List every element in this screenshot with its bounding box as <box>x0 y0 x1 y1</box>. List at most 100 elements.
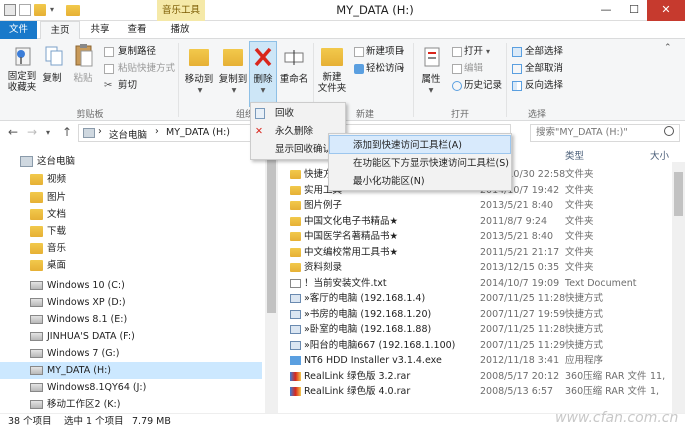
rename-icon <box>284 48 304 66</box>
drive-icon <box>30 332 43 341</box>
file-row[interactable]: 图片例子 2013/5/21 8:40 文件夹 <box>280 198 675 214</box>
properties-icon <box>423 46 441 68</box>
properties-qat-icon[interactable] <box>19 4 31 16</box>
file-date: 2007/11/25 11:29 <box>480 339 566 351</box>
tab-share[interactable]: 共享 <box>85 21 115 39</box>
tab-view[interactable]: 查看 <box>122 21 152 39</box>
minimize-button[interactable]: — <box>592 0 620 21</box>
folder-icon <box>66 3 80 17</box>
rename-button[interactable]: 重命名 <box>279 74 309 85</box>
file-name: 中国文化电子书精品★ <box>304 215 399 227</box>
breadcrumb-my-data[interactable]: MY_DATA (H:) <box>166 127 230 138</box>
cut-button[interactable]: 剪切 <box>118 80 137 92</box>
file-list-scrollbar[interactable] <box>672 162 685 413</box>
file-row[interactable]: NT6 HDD Installer v3.1.4.exe 2012/11/18 3… <box>280 353 675 369</box>
file-row[interactable]: »书房的电脑 (192.168.1.20) 2007/11/27 19:59 快捷方… <box>280 307 675 323</box>
new-item-dropdown-icon[interactable]: ▾ <box>400 46 404 58</box>
copy-path-button[interactable]: 复制路径 <box>118 46 156 58</box>
paste-button[interactable]: 粘贴 <box>68 73 98 84</box>
menu-item-add-to-qat[interactable]: 添加到快速访问工具栏(A) <box>329 135 511 154</box>
copy-to-button[interactable]: 复制到 <box>215 74 251 85</box>
file-row[interactable]: RealLink 绿色版 4.0.rar 2008/5/13 6:57 360压缩 … <box>280 384 675 400</box>
file-row[interactable]: RealLink 绿色版 3.2.rar 2008/5/17 20:12 360压缩… <box>280 369 675 385</box>
new-folder-qat-icon[interactable] <box>34 4 46 16</box>
new-folder-icon <box>321 48 343 66</box>
nav-tree-item-label: 这台电脑 <box>37 156 76 167</box>
file-row[interactable]: 中文编校常用工具书★ 2011/5/21 21:17 文件夹 <box>280 245 675 261</box>
file-row[interactable]: »客厅的电脑 (192.168.1.4) 2007/11/25 11:28 快捷方式 <box>280 291 675 307</box>
tab-play[interactable]: 播放 <box>162 21 198 39</box>
tab-home[interactable]: 主页 <box>40 21 80 40</box>
file-date: 2013/12/15 0:35 <box>480 262 560 273</box>
select-none-button[interactable]: 全部取消 <box>525 63 563 75</box>
file-type: 快捷方式 <box>565 339 604 351</box>
drive-icon <box>30 315 43 324</box>
search-icon[interactable] <box>664 126 674 136</box>
edit-icon <box>452 64 462 74</box>
file-row[interactable]: 中国文化电子书精品★ 2011/8/7 9:24 文件夹 <box>280 214 675 230</box>
close-button[interactable]: ✕ <box>647 0 685 21</box>
history-button[interactable]: 历史记录 <box>464 80 502 92</box>
nav-tree-item-label: 图片 <box>47 192 67 203</box>
file-row[interactable]: ！当前安装文件.txt 2014/10/7 19:09 Text Document <box>280 276 675 292</box>
move-to-dropdown-icon[interactable]: ▾ <box>190 85 210 96</box>
open-dropdown-icon[interactable]: ▾ <box>486 46 490 58</box>
drive-icon <box>30 281 43 290</box>
menu-item-show-qat-below[interactable]: 在功能区下方显示快速访问工具栏(S) <box>329 154 511 173</box>
copy-button[interactable]: 复制 <box>38 73 66 84</box>
properties-button[interactable]: 属性 <box>416 74 446 85</box>
quick-access-context-menu: 添加到快速访问工具栏(A) 在功能区下方显示快速访问工具栏(S) 最小化功能区(… <box>328 133 512 191</box>
copy-to-dropdown-icon[interactable]: ▾ <box>224 85 244 96</box>
pin-to-favorites-button[interactable]: 固定到 收藏夹 <box>2 71 42 93</box>
forward-button[interactable]: → <box>27 125 37 139</box>
ribbon-separator <box>506 43 507 117</box>
delete-x-icon: ✕ <box>255 126 263 137</box>
collapse-ribbon-icon[interactable]: ⌃ <box>664 42 672 54</box>
edit-button[interactable]: 编辑 <box>464 63 483 75</box>
invert-selection-button[interactable]: 反向选择 <box>525 80 563 92</box>
properties-dropdown-icon[interactable]: ▾ <box>421 85 441 96</box>
file-type: 文件夹 <box>565 200 594 211</box>
delete-dropdown-icon[interactable]: ▾ <box>253 85 273 96</box>
new-folder-button[interactable]: 新建 文件夹 <box>314 72 350 94</box>
menu-item-recycle[interactable]: 回收 <box>251 104 345 123</box>
move-to-button[interactable]: 移动到 <box>181 74 217 85</box>
system-menu-icon[interactable] <box>4 4 16 16</box>
folder-icon <box>290 232 301 241</box>
back-button[interactable]: ← <box>8 125 18 139</box>
easy-access-button[interactable]: 轻松访问 <box>366 63 404 75</box>
maximize-button[interactable]: ☐ <box>620 0 648 21</box>
menu-item-show-qat-below-label: 在功能区下方显示快速访问工具栏(S) <box>353 158 509 169</box>
up-button[interactable]: ↑ <box>62 125 72 139</box>
tab-file[interactable]: 文件 <box>0 21 37 39</box>
column-header-type[interactable]: 类型 <box>565 148 584 162</box>
nav-pane-scrollbar-thumb[interactable] <box>267 153 276 313</box>
file-date: 2011/5/21 21:17 <box>480 246 560 258</box>
delete-button[interactable]: 删除 <box>250 74 276 85</box>
search-input[interactable]: 搜索"MY_DATA (H:)" <box>530 124 680 142</box>
menu-item-minimize-ribbon[interactable]: 最小化功能区(N) <box>329 172 511 191</box>
window-title: MY_DATA (H:) <box>336 3 414 17</box>
open-button[interactable]: 打开 <box>464 46 483 58</box>
file-row[interactable]: »卧室的电脑 (192.168.1.88) 2007/11/25 11:28 快捷方… <box>280 322 675 338</box>
copy-path-icon <box>104 47 114 57</box>
delete-x-icon <box>253 46 273 68</box>
column-header-size[interactable]: 大小 <box>650 148 669 162</box>
paste-shortcut-button[interactable]: 粘贴快捷方式 <box>118 63 175 75</box>
select-all-button[interactable]: 全部选择 <box>525 46 563 58</box>
paste-shortcut-icon <box>104 64 114 74</box>
select-all-icon <box>512 47 522 57</box>
context-tab-music-tools[interactable]: 音乐工具 <box>157 0 205 21</box>
file-list-scrollbar-thumb[interactable] <box>674 172 683 216</box>
nav-pane-scrollbar[interactable] <box>265 145 278 413</box>
file-row[interactable]: 资料刻录 2013/12/15 0:35 文件夹 <box>280 260 675 276</box>
file-type: 应用程序 <box>565 355 604 366</box>
file-row[interactable]: »阳台的电脑667 (192.168.1.100) 2007/11/25 11:2… <box>280 338 675 354</box>
file-row[interactable]: 中国医学名著精品书★ 2013/5/21 8:40 文件夹 <box>280 229 675 245</box>
qat-dropdown-icon[interactable]: ▾ <box>50 4 62 16</box>
easy-access-dropdown-icon[interactable]: ▾ <box>400 63 404 75</box>
new-item-button[interactable]: 新建项目 <box>366 46 404 58</box>
recent-locations-dropdown-icon[interactable]: ▾ <box>46 128 50 137</box>
breadcrumb-this-pc[interactable]: 这台电脑 <box>109 127 147 141</box>
title-bar: ▾ 音乐工具 MY_DATA (H:) — ☐ ✕ <box>0 0 685 21</box>
